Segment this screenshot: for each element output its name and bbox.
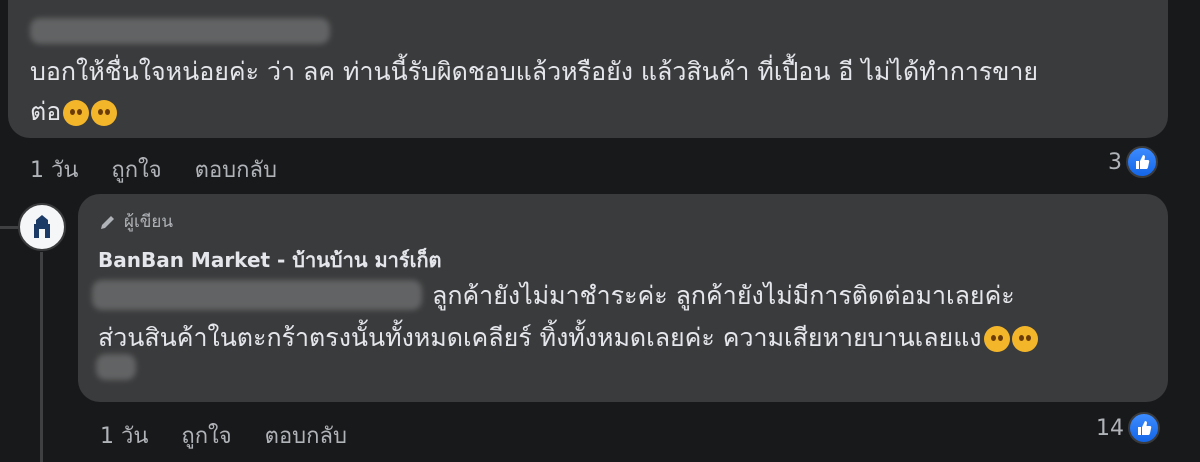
shop-logo-icon: [34, 215, 50, 238]
comment-text: บอกให้ชื่นใจหน่อยค่ะ ว่า ลค ท่านนี้รับผิ…: [30, 52, 1038, 132]
reaction-count[interactable]: 3: [1108, 146, 1158, 178]
like-button[interactable]: ถูกใจ: [111, 158, 161, 183]
comment-actions: 1 วัน ถูกใจ ตอบกลับ: [30, 152, 277, 187]
reply-text-line1: ลูกค้ายังไม่มาชำระค่ะ ลูกค้ายังไม่มีการต…: [432, 281, 1015, 310]
author-badge: ผู้เขียน: [98, 208, 173, 235]
thread-line: [40, 252, 43, 462]
sad-face-emoji: [63, 100, 90, 126]
blurred-mentioned-name: [92, 280, 422, 310]
comment-time[interactable]: 1 วัน: [30, 158, 78, 183]
thumbs-up-icon: [1126, 146, 1158, 178]
reply-text-line2-content: ส่วนสินค้าในตะกร้าตรงนั้นทั้งหมดเคลียร์ …: [98, 323, 982, 352]
pen-icon: [101, 215, 114, 229]
page-avatar[interactable]: [18, 203, 66, 251]
like-count: 3: [1108, 149, 1122, 175]
thumbs-up-icon: [1128, 412, 1160, 444]
blurred-commenter-name: [30, 18, 330, 44]
loudly-crying-face-emoji: [1011, 326, 1038, 352]
reply-reply-button[interactable]: ตอบกลับ: [265, 424, 347, 449]
reply-text-line2: ส่วนสินค้าในตะกร้าตรงนั้นทั้งหมดเคลียร์ …: [98, 318, 1038, 358]
reply-reaction-count[interactable]: 14: [1096, 412, 1160, 444]
reply-time[interactable]: 1 วัน: [100, 424, 148, 449]
author-badge-label: ผู้เขียน: [124, 212, 173, 232]
reply-button[interactable]: ตอบกลับ: [195, 158, 277, 183]
reply-like-count: 14: [1096, 415, 1124, 441]
comment-text-line2: ต่อ: [30, 97, 62, 126]
crying-face-emoji: [91, 100, 118, 126]
author-name[interactable]: BanBan Market - บ้านบ้าน มาร์เก็ต: [98, 244, 442, 276]
reply-actions: 1 วัน ถูกใจ ตอบกลับ: [100, 418, 347, 453]
thread-connector: [0, 226, 18, 229]
comment-text-line1: บอกให้ชื่นใจหน่อยค่ะ ว่า ลค ท่านนี้รับผิ…: [30, 57, 1039, 86]
reply-like-button[interactable]: ถูกใจ: [181, 424, 231, 449]
loudly-crying-face-emoji: [983, 326, 1010, 352]
